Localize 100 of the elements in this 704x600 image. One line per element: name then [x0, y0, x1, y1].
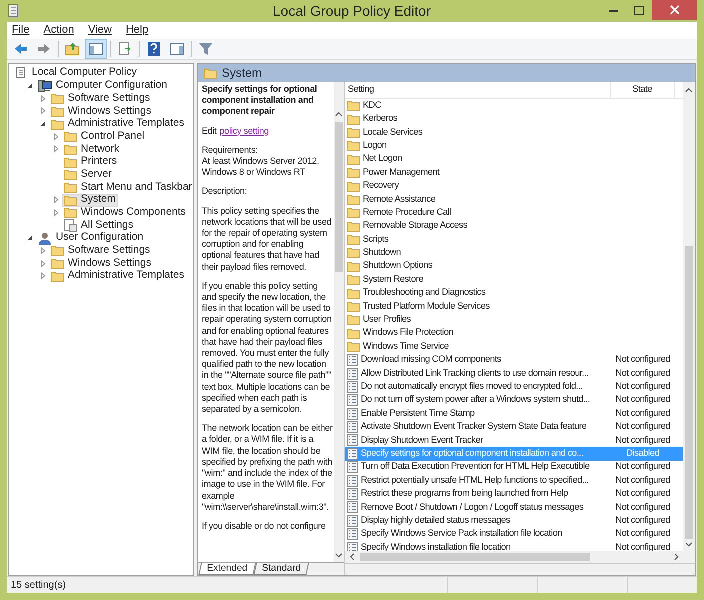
setting-row[interactable]: Power Management	[345, 166, 683, 180]
collapsed-arrow-icon[interactable]	[39, 260, 47, 268]
setting-row[interactable]: Troubleshooting and Diagnostics	[345, 286, 683, 300]
menu-item[interactable]: Action	[44, 22, 74, 39]
status-text: 15 setting(s)	[10, 578, 68, 592]
setting-row[interactable]: Specify Windows Service Pack installation file location Not configured	[345, 528, 683, 541]
setting-name: Recovery	[363, 179, 400, 192]
setting-name: Power Management	[363, 166, 440, 179]
setting-row[interactable]: Restrict potentially unsafe HTML Help functions to specified... Not configured	[345, 474, 683, 488]
window-title: Local Group Policy Editor	[273, 2, 431, 21]
folder-icon	[347, 314, 360, 326]
tree-item[interactable]: Windows Settings	[49, 105, 154, 118]
tree-item[interactable]: Start Menu and Taskbar	[62, 181, 193, 194]
setting-name: Allow Distributed Link Tracking clients to use domain resour...	[361, 366, 589, 380]
menu-item[interactable]: View	[88, 22, 112, 39]
tree-item[interactable]: Software Settings	[49, 244, 152, 258]
setting-row[interactable]: Display Shutdown Event Tracker Not configured	[345, 434, 683, 448]
tree-item[interactable]: Control Panel	[62, 130, 147, 144]
scrollbar-thumb[interactable]	[685, 246, 693, 539]
expanded-arrow-icon[interactable]	[39, 120, 47, 128]
setting-row[interactable]: Windows File Protection	[345, 326, 683, 340]
tree-item[interactable]: Windows Settings	[49, 257, 154, 270]
setting-row[interactable]: Display highly detailed status messages Not configured	[345, 514, 683, 528]
document-icon	[347, 368, 358, 380]
setting-row[interactable]: Net Logon	[345, 152, 683, 166]
setting-name: Windows Time Service	[363, 340, 449, 353]
tree-item[interactable]: Network	[62, 143, 122, 156]
collapsed-arrow-icon[interactable]	[39, 107, 47, 116]
setting-row[interactable]: User Profiles	[345, 313, 683, 327]
tree-item[interactable]: Printers	[62, 156, 120, 168]
setting-row[interactable]: Do not turn off system power after a Windows system shutd... Not configured	[345, 394, 683, 407]
setting-row[interactable]: Removable Storage Access	[345, 220, 683, 233]
setting-row[interactable]: Remote Procedure Call	[345, 206, 683, 220]
setting-name: Scripts	[363, 232, 389, 246]
forward-arrow-icon	[36, 41, 52, 57]
collapsed-arrow-icon[interactable]	[39, 94, 47, 103]
tree-item[interactable]: All Settings	[62, 219, 136, 232]
setting-name: User Profiles	[363, 313, 412, 326]
setting-row[interactable]: Download missing COM components Not configured	[345, 353, 683, 367]
setting-row[interactable]: Locale Services	[345, 126, 683, 140]
setting-row[interactable]: Restrict these programs from being launched from Help Not configured	[345, 487, 683, 501]
setting-row[interactable]: KDC	[345, 99, 683, 112]
description-text: This policy setting specifies the network locations that will be used for the repair of operating system corruption and for enabling optional features that have had their payload files removed.	[202, 206, 333, 273]
setting-row[interactable]: Do not automatically encrypt files moved to encrypted fold... Not configured	[345, 380, 683, 394]
document-icon	[347, 421, 358, 434]
scrollbar-thumb[interactable]	[335, 122, 343, 272]
view-tab[interactable]: Extended	[198, 563, 256, 575]
expanded-arrow-icon[interactable]	[26, 82, 34, 90]
tree-item[interactable]: Software Settings	[49, 92, 152, 106]
setting-row[interactable]: Enable Persistent Time Stamp Not configured	[345, 406, 683, 420]
setting-name: Trusted Platform Module Services	[363, 300, 490, 313]
tree-item[interactable]: Windows Components	[62, 206, 188, 220]
menu-item[interactable]: Help	[126, 22, 149, 39]
setting-row[interactable]: System Restore	[345, 273, 683, 286]
tree-item[interactable]: User Configuration	[36, 232, 146, 245]
close-button[interactable]	[652, 0, 697, 20]
document-icon	[347, 514, 358, 527]
collapsed-arrow-icon[interactable]	[39, 246, 47, 255]
policy-setting-link[interactable]: policy setting	[220, 126, 269, 137]
collapsed-arrow-icon[interactable]	[52, 196, 60, 204]
tree-item[interactable]: Server	[62, 168, 114, 182]
setting-state: Not configured	[616, 420, 670, 434]
setting-row[interactable]: Shutdown	[345, 246, 683, 260]
scrollbar-thumb[interactable]	[360, 553, 590, 561]
tree-item[interactable]: Administrative Templates	[49, 118, 187, 130]
setting-row[interactable]: Remote Assistance	[345, 192, 683, 206]
tree-item[interactable]: Administrative Templates	[49, 270, 187, 283]
setting-row[interactable]: Recovery	[345, 179, 683, 193]
setting-row[interactable]: Windows Time Service	[345, 340, 683, 354]
view-tab[interactable]: Standard	[253, 563, 309, 575]
tree-item[interactable]: Local Computer Policy	[13, 67, 140, 80]
setting-state: Not configured	[616, 406, 670, 420]
collapsed-arrow-icon[interactable]	[39, 272, 47, 280]
setting-row[interactable]: Activate Shutdown Event Tracker System State Data feature Not configured	[345, 420, 683, 434]
minimize-icon	[608, 8, 618, 12]
setting-row[interactable]: Kerberos	[345, 112, 683, 126]
column-header[interactable]: Setting	[345, 82, 611, 98]
folder-icon	[347, 274, 360, 286]
expanded-arrow-icon[interactable]	[26, 234, 34, 242]
collapsed-arrow-icon[interactable]	[52, 132, 60, 141]
edit-label: Edit	[202, 126, 217, 137]
setting-row[interactable]: Allow Distributed Link Tracking clients to use domain resour... Not configured	[345, 366, 683, 380]
collapsed-arrow-icon[interactable]	[52, 208, 60, 217]
setting-row[interactable]: Turn off Data Execution Prevention for HTML Help Executible Not configured	[345, 460, 683, 474]
setting-row[interactable]: Logon	[345, 139, 683, 153]
setting-row[interactable]: Shutdown Options	[345, 260, 683, 274]
folder-icon	[347, 167, 360, 178]
tree-item[interactable]: System	[62, 194, 118, 207]
menu-item[interactable]: File	[12, 22, 30, 39]
setting-state: Not configured	[616, 380, 670, 393]
setting-row[interactable]: Trusted Platform Module Services	[345, 300, 683, 314]
tree-item[interactable]: Computer Configuration	[36, 80, 170, 92]
setting-row[interactable]: Scripts	[345, 232, 683, 246]
setting-row[interactable]: Remove Boot / Shutdown / Logon / Logoff status messages Not configured	[345, 500, 683, 514]
folder-icon	[51, 258, 64, 270]
setting-state: Not configured	[616, 474, 670, 487]
tree-pane-button[interactable]	[85, 39, 107, 59]
folder-icon	[64, 156, 77, 168]
collapsed-arrow-icon[interactable]	[52, 145, 60, 154]
column-header[interactable]: State	[611, 82, 675, 98]
